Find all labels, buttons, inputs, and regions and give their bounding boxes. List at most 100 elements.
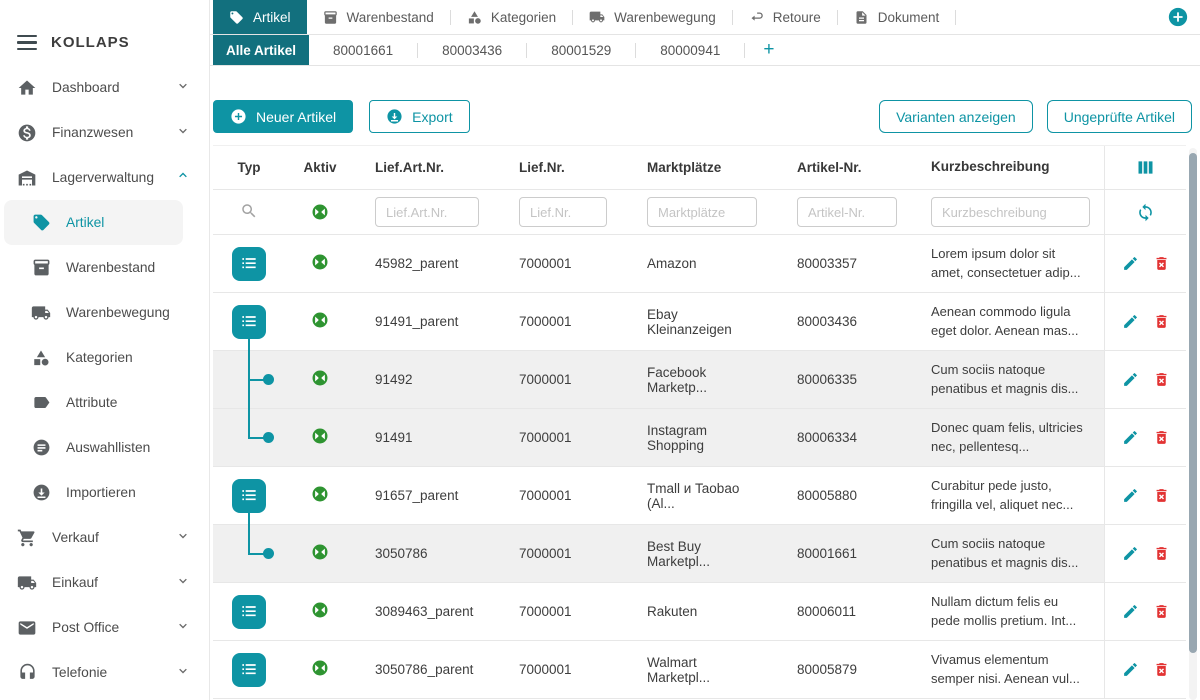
cart-icon [17,528,37,548]
scrollbar-thumb[interactable] [1189,153,1197,653]
delete-button[interactable] [1153,661,1170,678]
aktiv-filter-toggle[interactable] [311,203,329,221]
subtab-article[interactable]: 80003436 [418,35,526,65]
sidebar-item-artikel[interactable]: Artikel [4,200,183,245]
table-row[interactable]: 45982_parent 7000001 Amazon 80003357 Lor… [213,235,1186,293]
table-filter-row [213,190,1186,235]
edit-button[interactable] [1122,429,1139,446]
table-row[interactable]: 3089463_parent 7000001 Rakuten 80006011 … [213,583,1186,641]
checklist-circle-icon [31,438,51,458]
unchecked-articles-button[interactable]: Ungeprüfte Artikel [1047,100,1192,133]
subtab-article[interactable]: 80001529 [527,35,635,65]
chevron-down-icon [175,662,191,683]
sidebar-item-einkauf[interactable]: Einkauf [0,560,209,605]
tab-kategorien[interactable]: Kategorien [451,0,572,34]
sidebar-item-warenbewegung[interactable]: Warenbewegung [0,290,209,335]
sidebar-item-verkauf[interactable]: Verkauf [0,515,209,560]
sidebar-item-dashboard[interactable]: Dashboard [0,65,209,110]
edit-button[interactable] [1122,313,1139,330]
subtab-article[interactable]: 80000941 [636,35,744,65]
table-row[interactable]: 91491_parent 7000001 Ebay Kleinanzeigen … [213,293,1186,351]
delete-button[interactable] [1153,313,1170,330]
parent-article-icon[interactable] [232,653,266,687]
sidebar-item-lagerverwaltung[interactable]: Lagerverwaltung [0,155,209,200]
cell-artikel-nr: 80006335 [777,351,917,408]
delete-button[interactable] [1153,371,1170,388]
cell-lief-nr: 7000001 [499,583,627,640]
subtab-alle-artikel[interactable]: Alle Artikel [213,35,309,65]
active-status-icon [311,203,329,221]
trash-icon [1153,487,1170,504]
column-settings-button[interactable] [1135,157,1156,178]
cell-artikel-nr: 80003357 [777,235,917,292]
parent-article-icon[interactable] [232,247,266,281]
plus-circle-icon [230,108,247,125]
table-row[interactable]: 3050786_parent 7000001 Walmart Marketpl.… [213,641,1186,699]
filter-lief-nr-input[interactable] [519,197,607,227]
cell-lief-art-nr: 91491 [355,409,499,466]
child-node-dot [263,374,274,385]
table-row[interactable]: 91657_parent 7000001 Tmall и Taobao (Al.… [213,467,1186,525]
tab-dokument[interactable]: Dokument [838,0,956,34]
cell-lief-art-nr: 3050786_parent [355,641,499,698]
parent-article-icon[interactable] [232,595,266,629]
sidebar-item-warenbestand[interactable]: Warenbestand [0,245,209,290]
filter-lief-art-nr-input[interactable] [375,197,479,227]
warehouse-icon [17,168,37,188]
show-variants-button[interactable]: Varianten anzeigen [879,100,1033,133]
sidebar-item-telefonie[interactable]: Telefonie [0,650,209,695]
add-tab-button[interactable] [1167,6,1189,28]
add-subtab-button[interactable]: + [745,35,792,65]
filter-artikel-nr-input[interactable] [797,197,897,227]
delete-button[interactable] [1153,255,1170,272]
tab-warenbewegung[interactable]: Warenbewegung [573,0,732,34]
edit-button[interactable] [1122,545,1139,562]
parent-article-icon[interactable] [232,479,266,513]
hamburger-menu-icon[interactable] [17,35,37,51]
new-article-button[interactable]: Neuer Artikel [213,100,353,133]
delete-button[interactable] [1153,545,1170,562]
tab-warenbestand[interactable]: Warenbestand [307,0,450,34]
sidebar-item-importieren[interactable]: Importieren [0,470,209,515]
truck-icon [31,303,51,323]
active-status-icon [311,659,329,680]
sidebar-item-attribute[interactable]: Attribute [0,380,209,425]
pencil-icon [1122,545,1139,562]
header-lief-nr: Lief.Nr. [499,146,627,189]
sidebar-item-finanzwesen[interactable]: Finanzwesen [0,110,209,155]
pencil-icon [1122,661,1139,678]
edit-button[interactable] [1122,603,1139,620]
articles-table: Typ Aktiv Lief.Art.Nr. Lief.Nr. Marktplä… [213,145,1186,699]
refresh-button[interactable] [1136,203,1155,222]
pencil-icon [1122,603,1139,620]
tab-retoure[interactable]: Retoure [733,0,837,34]
tab-artikel[interactable]: Artikel [213,0,307,34]
sidebar-item-post-office[interactable]: Post Office [0,605,209,650]
table-row[interactable]: 91492 7000001 Facebook Marketp... 800063… [213,351,1186,409]
export-button[interactable]: Export [369,100,469,133]
delete-button[interactable] [1153,487,1170,504]
delete-button[interactable] [1153,603,1170,620]
sidebar-item-kategorien[interactable]: Kategorien [0,335,209,380]
toolbar: Neuer Artikel Export Varianten anzeigen … [210,100,1200,133]
edit-button[interactable] [1122,255,1139,272]
table-row[interactable]: 3050786 7000001 Best Buy Marketpl... 800… [213,525,1186,583]
active-status-icon [311,427,329,448]
search-icon [240,202,258,223]
cell-lief-nr: 7000001 [499,525,627,582]
delete-button[interactable] [1153,429,1170,446]
list-icon [239,254,259,274]
edit-button[interactable] [1122,661,1139,678]
subtab-article[interactable]: 80001661 [309,35,417,65]
active-status-icon [311,311,329,332]
edit-button[interactable] [1122,487,1139,504]
sidebar-item-auswahllisten[interactable]: Auswahllisten [0,425,209,470]
cell-marktplatz: Tmall и Taobao (Al... [627,467,777,524]
active-status-icon [311,543,329,564]
filter-marktplaetze-input[interactable] [647,197,757,227]
parent-article-icon[interactable] [232,305,266,339]
table-row[interactable]: 91491 7000001 Instagram Shopping 8000633… [213,409,1186,467]
edit-button[interactable] [1122,371,1139,388]
filter-kurzbeschreibung-input[interactable] [931,197,1090,227]
trash-icon [1153,255,1170,272]
